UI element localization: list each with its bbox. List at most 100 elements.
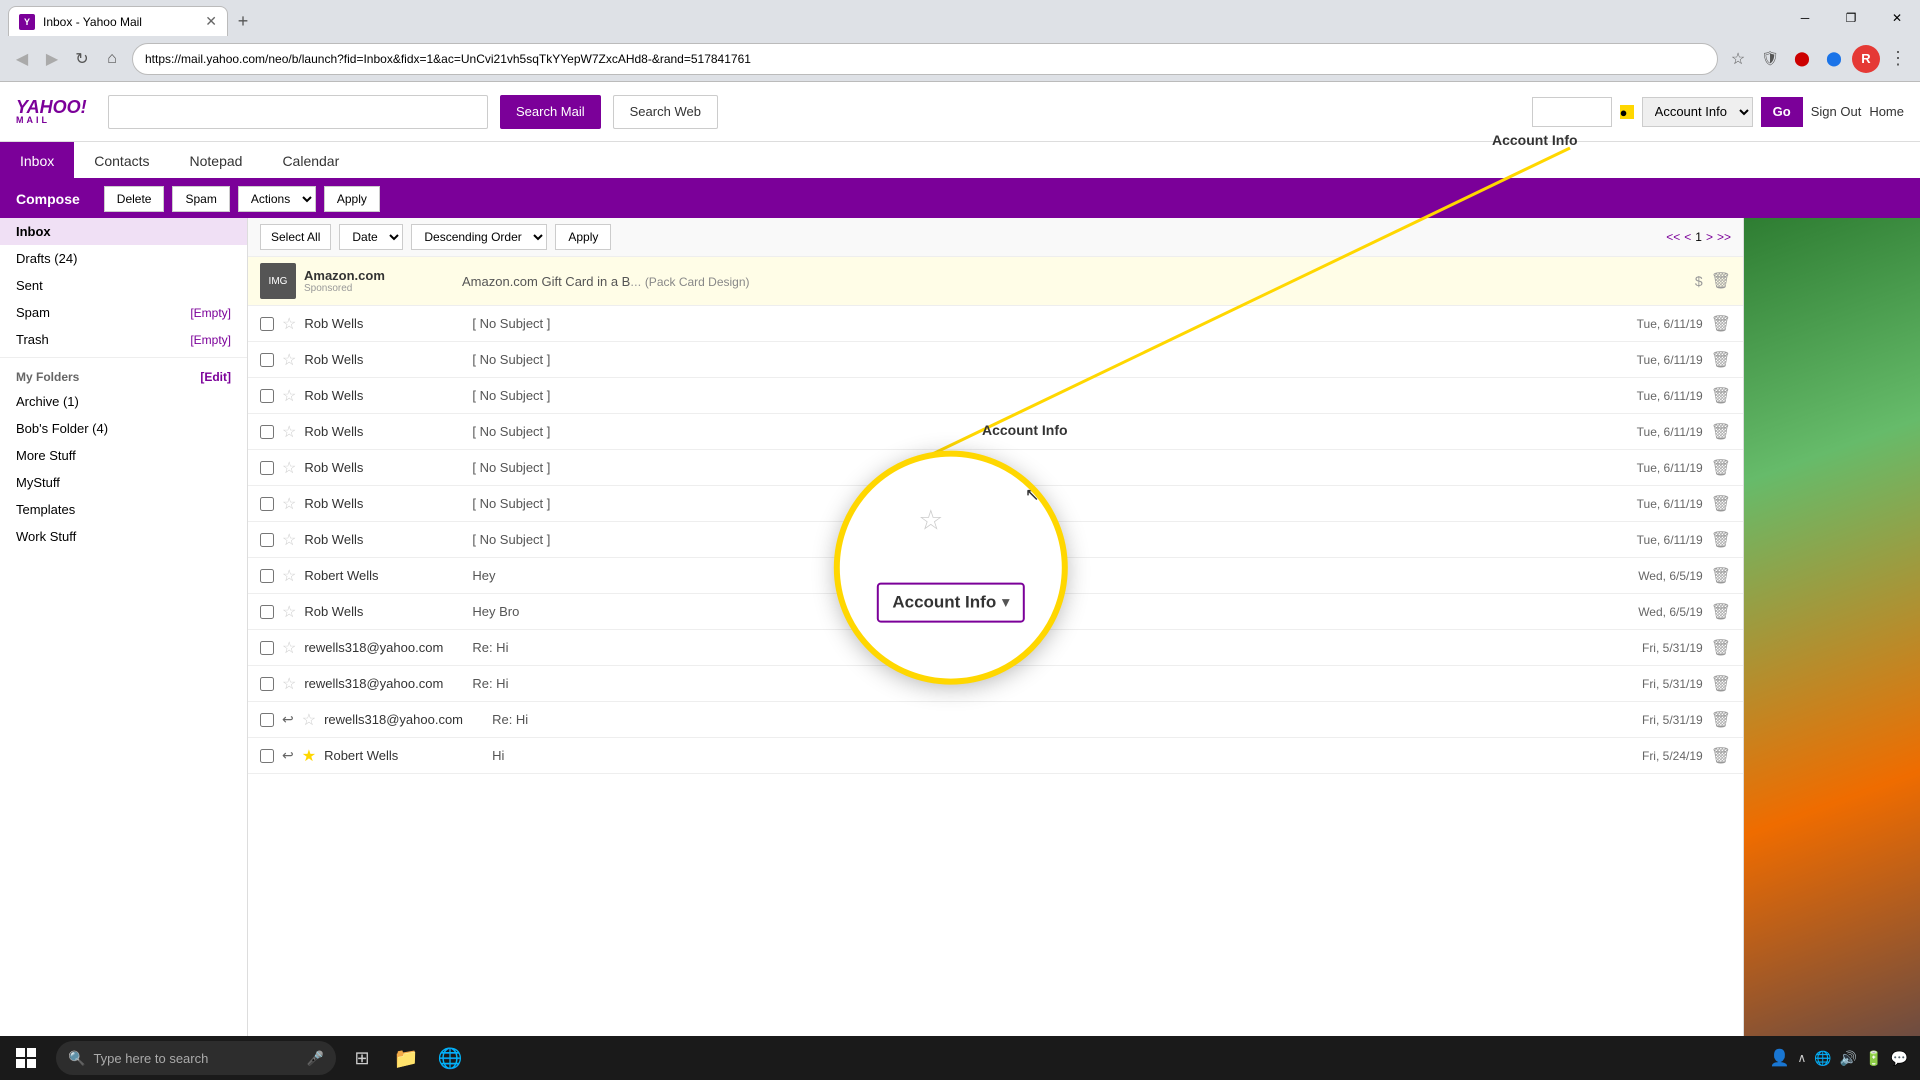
go-button-header[interactable]: Go <box>1761 97 1803 127</box>
star-icon[interactable]: ☆ <box>282 566 296 586</box>
delete-icon-sponsored[interactable]: 🗑 <box>1711 271 1731 291</box>
url-input[interactable] <box>145 52 1705 66</box>
star-icon[interactable]: ★ <box>302 746 316 766</box>
menu-icon[interactable]: ⋮ <box>1884 45 1912 73</box>
email-row[interactable]: ☆ Rob Wells [ No Subject ] Tue, 6/11/19 … <box>248 306 1743 342</box>
star-icon[interactable]: ☆ <box>282 638 296 658</box>
sidebar-item-trash[interactable]: Trash [Empty] <box>0 326 247 353</box>
taskbar-volume-icon[interactable]: 🔊 <box>1840 1050 1857 1067</box>
minimize-button[interactable]: ─ <box>1782 0 1828 36</box>
delete-icon[interactable]: 🗑 <box>1711 566 1731 586</box>
sidebar-item-bobs-folder[interactable]: Bob's Folder (4) <box>0 415 247 442</box>
sidebar-item-drafts[interactable]: Drafts (24) <box>0 245 247 272</box>
email-checkbox[interactable] <box>260 389 274 403</box>
tab-contacts[interactable]: Contacts <box>74 142 169 180</box>
email-row[interactable]: ↩ ☆ rewells318@yahoo.com Re: Hi Fri, 5/3… <box>248 702 1743 738</box>
taskbar-file-explorer[interactable]: 📁 <box>384 1036 428 1080</box>
email-checkbox[interactable] <box>260 497 274 511</box>
maximize-button[interactable]: ❐ <box>1828 0 1874 36</box>
extension-icon-2[interactable]: ⬤ <box>1788 45 1816 73</box>
account-info-dropdown-header[interactable]: Account Info <box>1642 97 1753 127</box>
select-all-button[interactable]: Select All <box>260 224 331 250</box>
delete-icon[interactable]: 🗑 <box>1711 458 1731 478</box>
extension-icon-3[interactable]: ⬤ <box>1820 45 1848 73</box>
star-icon[interactable]: ☆ <box>282 350 296 370</box>
taskbar-people-icon[interactable]: 👤 <box>1770 1048 1790 1068</box>
star-icon[interactable]: ☆ <box>282 602 296 622</box>
star-icon[interactable]: ☆ <box>282 674 296 694</box>
actions-dropdown[interactable]: Actions <box>238 186 316 212</box>
start-button[interactable] <box>0 1036 52 1080</box>
email-checkbox[interactable] <box>260 317 274 331</box>
email-checkbox[interactable] <box>260 353 274 367</box>
my-folders-edit-link[interactable]: [Edit] <box>200 370 231 384</box>
taskbar-search-bar[interactable]: 🔍 Type here to search 🎤 <box>56 1041 336 1075</box>
taskbar-chevron-icon[interactable]: ∧ <box>1797 1051 1806 1065</box>
email-checkbox[interactable] <box>260 605 274 619</box>
prev-page-button[interactable]: < <box>1684 230 1691 244</box>
email-row[interactable]: ☆ Rob Wells [ No Subject ] Tue, 6/11/19 … <box>248 378 1743 414</box>
sidebar-item-archive[interactable]: Archive (1) <box>0 388 247 415</box>
delete-button[interactable]: Delete <box>104 186 165 212</box>
list-apply-button[interactable]: Apply <box>555 224 611 250</box>
email-checkbox[interactable] <box>260 641 274 655</box>
forward-button[interactable]: ▶ <box>38 45 66 73</box>
star-icon[interactable]: ☆ <box>282 422 296 442</box>
star-icon[interactable]: ☆ <box>282 314 296 334</box>
address-bar[interactable] <box>132 43 1718 75</box>
email-checkbox[interactable] <box>260 569 274 583</box>
email-row[interactable]: ☆ Rob Wells [ No Subject ] Tue, 6/11/19 … <box>248 414 1743 450</box>
last-page-button[interactable]: >> <box>1717 230 1731 244</box>
delete-icon[interactable]: 🗑 <box>1711 350 1731 370</box>
email-checkbox[interactable] <box>260 713 274 727</box>
home-button[interactable]: ⌂ <box>98 45 126 73</box>
sidebar-item-mystuff[interactable]: MyStuff <box>0 469 247 496</box>
extension-icon-1[interactable]: 🛡 <box>1756 45 1784 73</box>
delete-icon[interactable]: 🗑 <box>1711 386 1731 406</box>
sidebar-item-templates[interactable]: Templates <box>0 496 247 523</box>
email-row[interactable]: ↩ ★ Robert Wells Hi Fri, 5/24/19 🗑 <box>248 738 1743 774</box>
search-mail-button[interactable]: Search Mail <box>500 95 601 129</box>
sidebar-item-more-stuff[interactable]: More Stuff <box>0 442 247 469</box>
delete-icon[interactable]: 🗑 <box>1711 638 1731 658</box>
order-dropdown[interactable]: Descending Order <box>411 224 547 250</box>
next-page-button[interactable]: > <box>1706 230 1713 244</box>
star-icon[interactable]: ☆ <box>282 386 296 406</box>
sidebar-item-spam[interactable]: Spam [Empty] <box>0 299 247 326</box>
delete-icon[interactable]: 🗑 <box>1711 674 1731 694</box>
delete-icon[interactable]: 🗑 <box>1711 746 1731 766</box>
delete-icon[interactable]: 🗑 <box>1711 314 1731 334</box>
email-row[interactable]: ☆ Rob Wells [ No Subject ] Tue, 6/11/19 … <box>248 342 1743 378</box>
sort-dropdown[interactable]: Date <box>339 224 403 250</box>
yahoo-home-button[interactable]: Home <box>1869 104 1904 119</box>
delete-icon[interactable]: 🗑 <box>1711 710 1731 730</box>
taskbar-chrome[interactable]: 🌐 <box>428 1036 472 1080</box>
browser-tab[interactable]: Y Inbox - Yahoo Mail ✕ <box>8 6 228 36</box>
trash-empty-link[interactable]: [Empty] <box>190 333 231 347</box>
sidebar-item-sent[interactable]: Sent <box>0 272 247 299</box>
tab-calendar[interactable]: Calendar <box>262 142 359 180</box>
refresh-button[interactable]: ↻ <box>68 45 96 73</box>
sidebar-item-work-stuff[interactable]: Work Stuff <box>0 523 247 550</box>
search-web-button[interactable]: Search Web <box>613 95 718 129</box>
user-icon[interactable]: R <box>1852 45 1880 73</box>
email-checkbox[interactable] <box>260 677 274 691</box>
spam-button[interactable]: Spam <box>172 186 229 212</box>
delete-icon[interactable]: 🗑 <box>1711 602 1731 622</box>
taskbar-network-icon[interactable]: 🌐 <box>1814 1050 1831 1067</box>
toolbar-apply-button[interactable]: Apply <box>324 186 380 212</box>
taskbar-notification-icon[interactable]: 💬 <box>1891 1050 1908 1067</box>
sign-out-button[interactable]: Sign Out <box>1811 104 1862 119</box>
star-icon[interactable]: ☆ <box>302 710 316 730</box>
compose-button[interactable]: Compose <box>16 191 80 207</box>
email-checkbox[interactable] <box>260 461 274 475</box>
back-button[interactable]: ◀ <box>8 45 36 73</box>
delete-icon[interactable]: 🗑 <box>1711 422 1731 442</box>
bookmark-icon[interactable]: ☆ <box>1724 45 1752 73</box>
new-tab-button[interactable]: + <box>228 6 258 36</box>
delete-icon[interactable]: 🗑 <box>1711 494 1731 514</box>
first-page-button[interactable]: << <box>1666 230 1680 244</box>
taskbar-task-view[interactable]: ⊞ <box>340 1036 384 1080</box>
delete-icon[interactable]: 🗑 <box>1711 530 1731 550</box>
email-checkbox[interactable] <box>260 533 274 547</box>
